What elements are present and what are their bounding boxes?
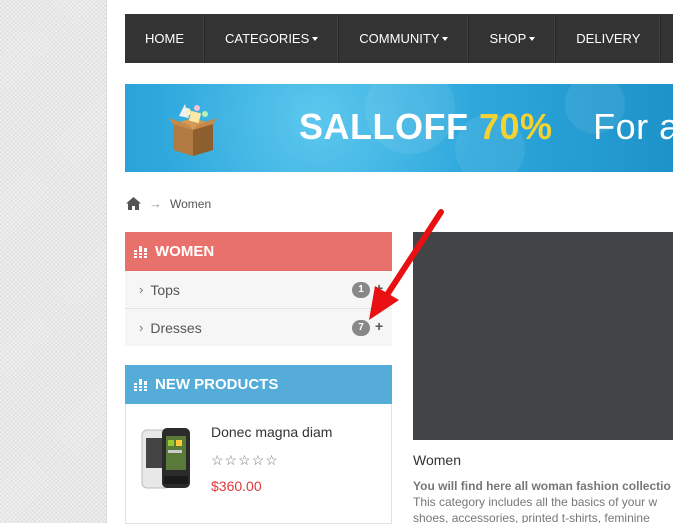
nav-community-label: COMMUNITY	[359, 31, 440, 46]
banner-text-main: SALLOFF	[299, 106, 469, 147]
new-products-title: NEW PRODUCTS	[155, 376, 279, 393]
category-item-dresses[interactable]: › Dresses 7 +	[125, 309, 392, 346]
product-name-link[interactable]: Donec magna diam	[211, 424, 332, 440]
breadcrumb: → Women	[126, 196, 211, 211]
nav-categories[interactable]: CATEGORIES	[205, 14, 340, 63]
list-icon	[134, 245, 147, 258]
women-block-header: WOMEN	[125, 232, 392, 271]
category-list: › Tops 1 + › Dresses 7 +	[125, 271, 392, 346]
nav-shop-label: SHOP	[489, 31, 527, 46]
product-thumbnail[interactable]	[140, 426, 192, 492]
banner-headline: SALLOFF 70% For al	[299, 106, 673, 148]
banner-text-rest: For al	[593, 106, 673, 147]
category-description-line: shoes, accessories, printed t-shirts, fe…	[413, 511, 650, 523]
category-label: Tops	[150, 281, 180, 298]
category-intro: You will find here all woman fashion col…	[413, 479, 671, 493]
nav-delivery-label: DELIVERY	[576, 31, 641, 46]
category-description: You will find here all woman fashion col…	[413, 478, 673, 523]
category-label: Dresses	[150, 319, 202, 336]
women-block-title: WOMEN	[155, 243, 215, 260]
nav-home-label: HOME	[145, 31, 184, 46]
chevron-right-icon: ›	[139, 320, 144, 335]
product-price: $360.00	[211, 478, 262, 494]
top-navigation: HOME CATEGORIES COMMUNITY SHOP DELIVERY …	[125, 14, 673, 63]
chevron-right-icon: ›	[139, 282, 144, 297]
new-products-header: NEW PRODUCTS	[125, 365, 392, 404]
home-icon[interactable]	[126, 197, 141, 210]
category-description-line: This category includes all the basics of…	[413, 495, 658, 509]
promo-banner[interactable]: SALLOFF 70% For al	[125, 84, 673, 172]
caret-down-icon	[529, 36, 536, 41]
caret-down-icon	[312, 36, 319, 41]
nav-home[interactable]: HOME	[125, 14, 205, 63]
annotation-arrow-icon	[369, 209, 444, 320]
nav-delivery[interactable]: DELIVERY	[556, 14, 662, 63]
new-products-list: Donec magna diam ☆☆☆☆☆ $360.00	[125, 404, 392, 524]
gift-box-icon	[169, 104, 217, 156]
category-item-tops[interactable]: › Tops 1 +	[125, 271, 392, 309]
rating-stars: ☆☆☆☆☆	[211, 452, 279, 468]
nav-community[interactable]: COMMUNITY	[339, 14, 470, 63]
breadcrumb-separator: →	[149, 196, 162, 211]
nav-shop[interactable]: SHOP	[469, 14, 557, 63]
page-background-gutter	[0, 0, 107, 523]
breadcrumb-current: Women	[170, 196, 212, 211]
caret-down-icon	[442, 36, 449, 41]
banner-text-highlight: 70%	[479, 106, 553, 147]
category-title: Women	[413, 452, 461, 468]
list-icon	[134, 378, 147, 391]
nav-about-partial[interactable]: A	[661, 14, 673, 63]
nav-categories-label: CATEGORIES	[225, 31, 310, 46]
